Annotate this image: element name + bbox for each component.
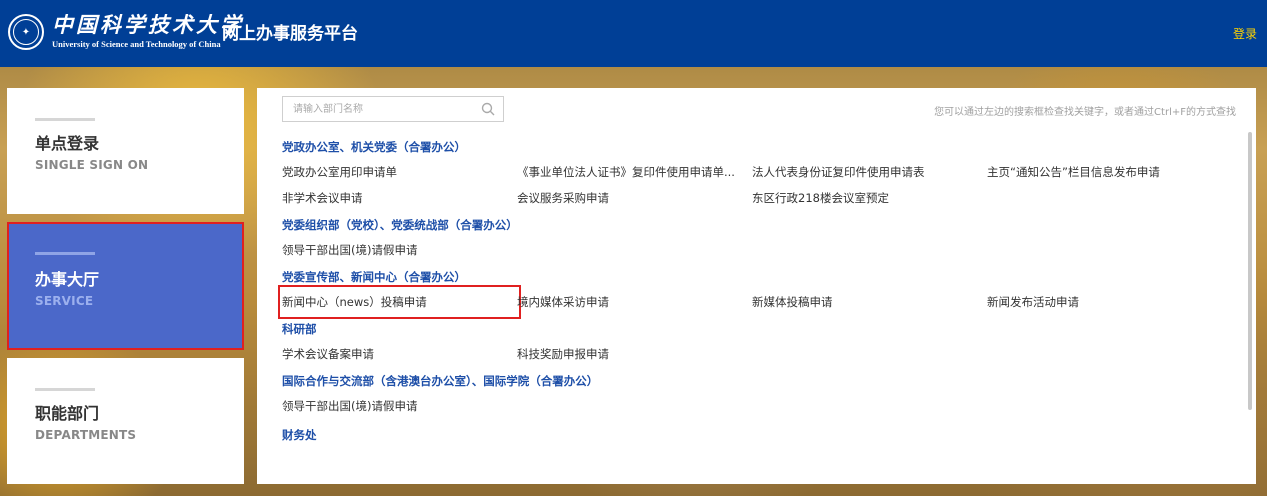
nav-divider-bar [35,252,95,255]
service-item[interactable]: 领导干部出国(境)请假申请 [282,393,517,419]
service-item[interactable]: 领导干部出国(境)请假申请 [282,237,517,263]
nav-label-cn: 办事大厅 [35,270,100,289]
nav-label-en: SINGLE SIGN ON [35,158,149,172]
nav-divider-bar [35,118,95,121]
service-panel: 您可以通过左边的搜索框检查找关键字，或者通过Ctrl+F的方式查找 党政办公室、… [257,88,1256,484]
service-item[interactable]: 法人代表身份证复印件使用申请表 [752,159,987,185]
search-icon[interactable] [481,102,495,116]
university-logo[interactable]: 中国科学技术大学 University of Science and Techn… [52,12,244,50]
service-row: 新闻中心（news）投稿申请 境内媒体采访申请 新媒体投稿申请 新闻发布活动申请 [278,285,1242,319]
service-row: 领导干部出国(境)请假申请 [282,237,1242,263]
nav-single-sign-on[interactable]: 单点登录 SINGLE SIGN ON [7,88,244,214]
service-item[interactable]: 学术会议备案申请 [282,341,517,367]
search-hint: 您可以通过左边的搜索框检查找关键字，或者通过Ctrl+F的方式查找 [934,107,1236,118]
department-title: 科研部 [282,322,317,336]
service-row: 学术会议备案申请 科技奖励申报申请 [282,341,1242,367]
nav-label-cn: 单点登录 [35,134,100,153]
service-row: 非学术会议申请 会议服务采购申请 东区行政218楼会议室预定 [282,185,1242,211]
department-title: 党委宣传部、新闻中心（合署办公） [282,270,466,284]
login-link[interactable]: 登录 [1233,25,1257,42]
department-title: 国际合作与交流部（含港澳台办公室）、国际学院（合署办公） [282,374,599,388]
service-item[interactable]: 非学术会议申请 [282,185,517,211]
service-item[interactable]: 会议服务采购申请 [517,185,752,211]
nav-label-cn: 职能部门 [35,404,100,423]
service-item[interactable]: 主页“通知公告”栏目信息发布申请 [987,159,1222,185]
logo-cn: 中国科学技术大学 [52,12,244,37]
department-search-box [282,96,504,122]
department-list: 党政办公室、机关党委（合署办公） 党政办公室用印申请单 《事业单位法人证书》复印… [278,135,1242,447]
department-title: 党政办公室、机关党委（合署办公） [282,140,466,154]
department-title: 财务处 [282,428,317,442]
logo-en: University of Science and Technology of … [52,39,221,49]
department-title: 党委组织部（党校）、党委统战部（合署办公） [282,218,518,232]
platform-title: 网上办事服务平台 [222,24,358,44]
scrollbar[interactable] [1248,132,1252,410]
service-row: 领导干部出国(境)请假申请 [282,393,1242,419]
nav-label-en: DEPARTMENTS [35,428,137,442]
service-item[interactable]: 《事业单位法人证书》复印件使用申请单... [517,159,752,185]
service-item[interactable]: 党政办公室用印申请单 [282,159,517,185]
service-row: 党政办公室用印申请单 《事业单位法人证书》复印件使用申请单... 法人代表身份证… [282,159,1242,185]
nav-service[interactable]: 办事大厅 SERVICE [7,222,244,350]
nav-departments[interactable]: 职能部门 DEPARTMENTS [7,358,244,484]
top-header: ✦ 中国科学技术大学 University of Science and Tec… [0,0,1267,67]
service-item[interactable]: 新媒体投稿申请 [752,289,987,315]
service-item-news-submission[interactable]: 新闻中心（news）投稿申请 [278,285,521,319]
university-seal-icon: ✦ [8,14,44,50]
service-item[interactable]: 新闻发布活动申请 [987,289,1222,315]
department-search-input[interactable] [283,97,483,121]
service-item[interactable]: 东区行政218楼会议室预定 [752,185,987,211]
service-item[interactable]: 境内媒体采访申请 [517,289,752,315]
service-item[interactable]: 科技奖励申报申请 [517,341,752,367]
nav-label-en: SERVICE [35,294,94,308]
nav-divider-bar [35,388,95,391]
